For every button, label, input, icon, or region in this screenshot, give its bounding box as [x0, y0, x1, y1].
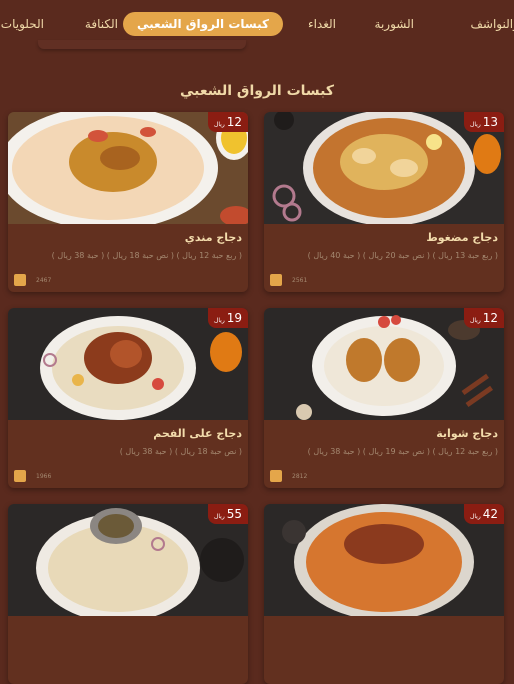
- item-name: دجاج مضغوط: [426, 231, 498, 244]
- tab-lunch[interactable]: الغداء: [308, 12, 336, 36]
- previous-card-edge: [38, 40, 246, 49]
- section-title: كبسات الرواق الشعبي: [179, 83, 335, 99]
- price-badge: 12ريال: [464, 308, 504, 328]
- tab-soup[interactable]: الشوربة: [375, 12, 414, 36]
- item-description: ( ربع حبة 12 ريال ) ( نص حبة 19 ريال ) (…: [307, 447, 498, 456]
- menu-item-card[interactable]: 42ريال: [264, 504, 504, 684]
- item-count: 1966: [36, 473, 52, 480]
- item-description: ( ربع حبة 13 ريال ) ( نص حبة 20 ريال ) (…: [307, 251, 498, 260]
- tab-sweets[interactable]: الحلويات: [1, 12, 44, 36]
- item-description: ( نص حبة 18 ريال ) ( حبة 38 ريال ): [119, 447, 242, 456]
- add-to-cart-icon[interactable]: [270, 274, 282, 286]
- tab-snacks[interactable]: ت والنواشف: [470, 12, 514, 36]
- item-count: 2467: [36, 277, 52, 284]
- add-to-cart-icon[interactable]: [14, 470, 26, 482]
- menu-item-card[interactable]: 12ريال دجاج مندي ( ربع حبة 12 ريال ) ( ن…: [8, 112, 248, 292]
- price-badge: 13ريال: [464, 112, 504, 132]
- item-count: 2561: [292, 277, 308, 284]
- menu-item-card[interactable]: 12ريال دجاج شواية ( ربع حبة 12 ريال ) ( …: [264, 308, 504, 488]
- tab-kunafa[interactable]: الكنافة: [85, 12, 118, 36]
- menu-item-card[interactable]: 55ريال: [8, 504, 248, 684]
- add-to-cart-icon[interactable]: [270, 470, 282, 482]
- price-badge: 12ريال: [208, 112, 248, 132]
- item-name: دجاج على الفحم: [153, 427, 242, 440]
- item-name: دجاج مندي: [184, 231, 242, 244]
- tab-rewaq-kabsa[interactable]: كبسات الرواق الشعبي: [122, 12, 283, 36]
- item-name: دجاج شواية: [436, 427, 498, 440]
- item-description: ( ربع حبة 12 ريال ) ( نص حبة 18 ريال ) (…: [51, 251, 242, 260]
- price-badge: 55ريال: [208, 504, 248, 524]
- menu-item-card[interactable]: 19ريال دجاج على الفحم ( نص حبة 18 ريال )…: [8, 308, 248, 488]
- item-count: 2812: [292, 473, 308, 480]
- price-badge: 19ريال: [208, 308, 248, 328]
- menu-item-card[interactable]: 13ريال دجاج مضغوط ( ربع حبة 13 ريال ) ( …: [264, 112, 504, 292]
- add-to-cart-icon[interactable]: [14, 274, 26, 286]
- price-badge: 42ريال: [464, 504, 504, 524]
